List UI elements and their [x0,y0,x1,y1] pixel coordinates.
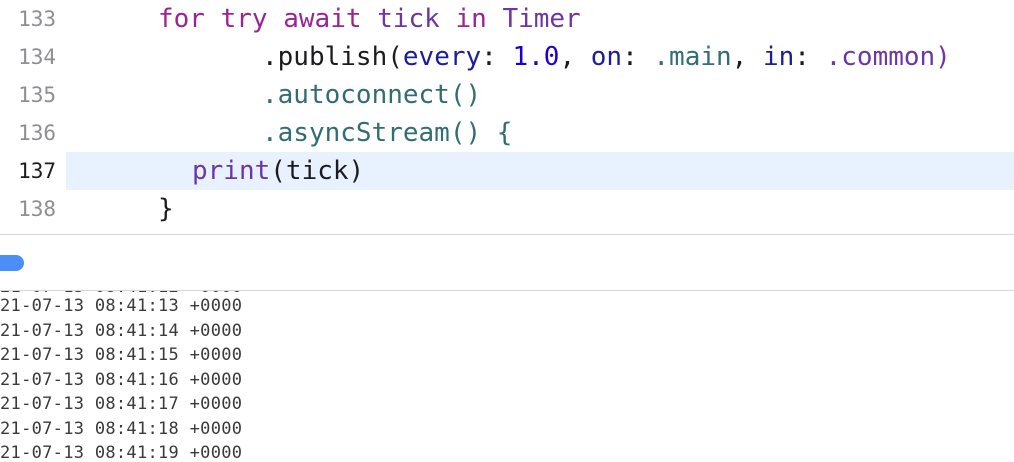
code-token: : [481,42,513,72]
console-line: 21-07-13 08:41:17 +0000 [0,394,243,414]
code-token: (tick) [270,156,365,186]
code-token: : [794,42,826,72]
console-output[interactable]: 21-07-13 08:41:12 +0000 21-07-13 08:41:1… [0,291,1014,462]
code-token: Timer [502,4,581,34]
run-indicator-icon[interactable] [0,255,24,271]
code-line-134[interactable]: 134 .publish(every: 1.0, on: .main, in: … [0,38,1014,76]
line-number: 133 [18,7,56,31]
code-token: on [590,42,623,72]
code-token: print [192,156,271,186]
console-line: 21-07-13 08:41:13 +0000 [0,296,243,316]
code-token: , [731,42,763,72]
code-token: } [158,194,174,224]
code-token: for [158,4,205,34]
code-token: .autoconnect() [262,80,482,110]
code-token: 1.0 [512,42,560,72]
code-token: .common) [825,42,951,72]
code-token: : [622,42,654,72]
line-number: 134 [18,45,56,69]
code-text: .autoconnect() [262,76,481,114]
line-number: 138 [18,197,56,221]
code-token: await [283,4,362,34]
code-text: } [158,190,174,228]
code-text: print(tick) [192,152,364,190]
code-token: .asyncStream() { [262,118,513,148]
code-token: try [220,4,268,34]
code-token: tick [377,4,440,34]
console-line: 21-07-13 08:41:19 +0000 [0,443,243,462]
console-line: 21-07-13 08:41:16 +0000 [0,370,243,390]
console-line: 21-07-13 08:41:14 +0000 [0,321,243,341]
code-line-136[interactable]: 136 .asyncStream() { [0,114,1014,152]
console-line: 21-07-13 08:41:18 +0000 [0,419,243,439]
code-token: in [455,4,487,34]
code-token: .main [653,42,732,72]
code-line-138[interactable]: 138 } [0,190,1014,228]
line-number-current: 137 [18,159,56,183]
code-text: .publish(every: 1.0, on: .main, in: .com… [262,38,951,76]
line-number: 136 [18,121,56,145]
code-editor[interactable]: 133 for try await tick in Timer 134 .pub… [0,0,1014,232]
code-text: for try await tick in Timer [158,0,581,38]
code-line-135[interactable]: 135 .autoconnect() [0,76,1014,114]
code-token: every [402,42,482,72]
debug-bar [0,235,1014,290]
code-line-137[interactable]: 137 print(tick) [0,152,1014,190]
code-line-133[interactable]: 133 for try await tick in Timer [0,0,1014,38]
code-token: , [559,42,591,72]
line-number: 135 [18,83,56,107]
console-line: 21-07-13 08:41:15 +0000 [0,345,243,365]
code-token: .publish( [262,42,403,72]
code-token: in [762,42,795,72]
code-text: .asyncStream() { [262,114,512,152]
